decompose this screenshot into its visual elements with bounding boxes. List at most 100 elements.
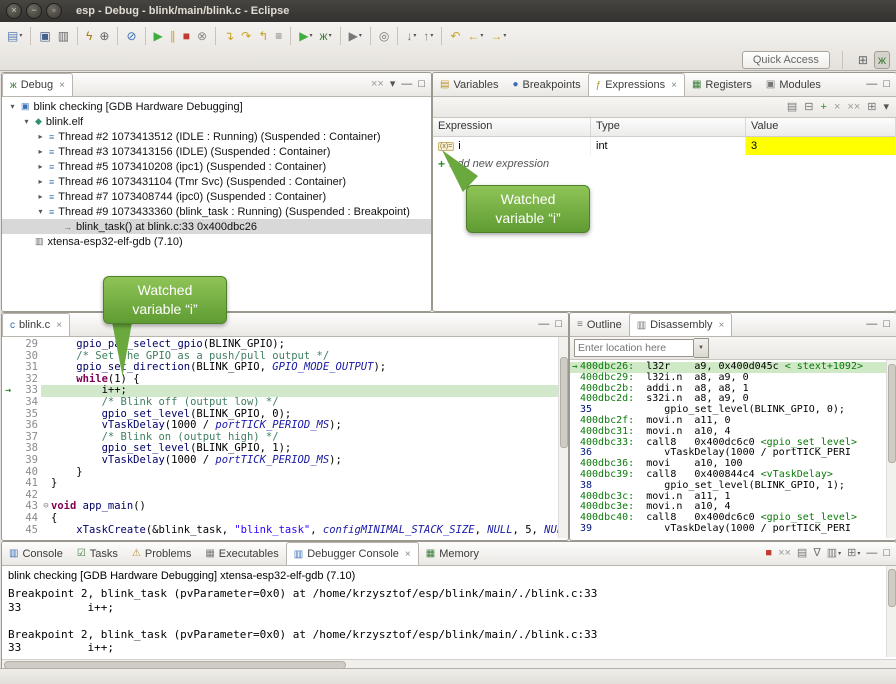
- prev-annotation-icon[interactable]: ↑▾: [420, 28, 436, 44]
- open-console-icon[interactable]: ⊞▾: [847, 548, 860, 559]
- forward-icon[interactable]: →▾: [487, 28, 509, 44]
- run-icon[interactable]: ▶▾: [296, 28, 315, 44]
- terminate-icon[interactable]: ■: [180, 28, 193, 44]
- window-minimize-button[interactable]: −: [26, 3, 42, 19]
- minimize-icon[interactable]: —: [866, 319, 877, 330]
- tab-disassembly[interactable]: ▥Disassembly×: [629, 313, 733, 336]
- tab-blink-c[interactable]: cblink.c×: [2, 313, 70, 336]
- maximize-icon[interactable]: □: [883, 79, 890, 90]
- tab-expressions[interactable]: ƒExpressions×: [588, 73, 685, 96]
- minimize-icon[interactable]: —: [401, 79, 412, 90]
- scroll-lock-icon[interactable]: ∇: [813, 548, 820, 559]
- open-perspective-icon[interactable]: ⊞: [855, 52, 871, 68]
- remove-expression-icon[interactable]: ×: [834, 102, 840, 113]
- debug-tree-item[interactable]: ▸≡Thread #7 1073408744 (ipc0) (Suspended…: [2, 189, 431, 204]
- editor-scrollbar[interactable]: [558, 337, 568, 538]
- tab-debugger-console[interactable]: ▥Debugger Console×: [286, 542, 419, 565]
- add-expression-icon[interactable]: +: [821, 102, 827, 113]
- debug-tree-item[interactable]: ▾◆blink.elf: [2, 114, 431, 129]
- minimize-icon[interactable]: —: [538, 319, 549, 330]
- debug-tree-item[interactable]: ▸≡Thread #6 1073431104 (Tmr Svc) (Suspen…: [2, 174, 431, 189]
- last-edit-location-icon[interactable]: ↶: [447, 28, 463, 44]
- skip-breakpoints-icon[interactable]: ⊘: [123, 28, 139, 44]
- debug-tree-item[interactable]: ▾≡Thread #9 1073433360 (blink_task : Run…: [2, 204, 431, 219]
- tab-problems[interactable]: ⚠Problems: [125, 542, 198, 565]
- code-line-45[interactable]: 45 xTaskCreate(&blink_task, "blink_task"…: [2, 525, 568, 537]
- instruction-stepping-icon[interactable]: ≡: [272, 28, 285, 44]
- tab-console[interactable]: ▥Console: [2, 542, 70, 565]
- new-wizard-icon[interactable]: ▤▾: [4, 28, 25, 44]
- save-icon[interactable]: ▣: [36, 28, 53, 44]
- column-header-value[interactable]: Value: [746, 118, 896, 136]
- tab-registers[interactable]: ▦Registers: [685, 73, 759, 96]
- tab-close-icon[interactable]: ×: [719, 320, 725, 331]
- external-tools-icon[interactable]: ▶▾: [346, 28, 365, 44]
- maximize-icon[interactable]: □: [418, 79, 425, 90]
- window-close-button[interactable]: ×: [6, 3, 22, 19]
- minimize-icon[interactable]: —: [866, 548, 877, 559]
- remove-all-terminated-icon[interactable]: ××: [371, 79, 384, 90]
- add-expression-row[interactable]: + Add new expression: [433, 155, 896, 173]
- disassembly-location-input[interactable]: [574, 339, 694, 357]
- disconnect-icon[interactable]: ⊗: [194, 28, 210, 44]
- tab-close-icon[interactable]: ×: [671, 80, 677, 91]
- column-header-type[interactable]: Type: [591, 118, 746, 136]
- clear-console-icon[interactable]: ▤: [797, 548, 807, 559]
- new-expressions-view-icon[interactable]: ⊞: [867, 102, 876, 113]
- editor-lines[interactable]: 29 gpio_pad_select_gpio(BLINK_GPIO);30 /…: [2, 337, 568, 540]
- remove-all-expressions-icon[interactable]: ××: [847, 102, 860, 113]
- line-number[interactable]: 39: [14, 455, 41, 467]
- remove-all-launches-icon[interactable]: ××: [778, 548, 791, 559]
- tab-tasks[interactable]: ☑Tasks: [70, 542, 125, 565]
- debug-view-menu-icon[interactable]: ▾: [390, 79, 396, 90]
- line-number[interactable]: 36: [14, 420, 41, 432]
- console-scrollbar[interactable]: [886, 566, 896, 657]
- line-number[interactable]: 45: [14, 525, 41, 537]
- code-line-41[interactable]: 41}: [2, 478, 568, 490]
- tab-breakpoints[interactable]: ●Breakpoints: [506, 73, 588, 96]
- window-maximize-button[interactable]: ▫: [46, 3, 62, 19]
- line-number[interactable]: 29: [14, 339, 41, 351]
- location-dropdown-icon[interactable]: ▼: [694, 338, 709, 358]
- debug-tree-item[interactable]: ▾▣blink checking [GDB Hardware Debugging…: [2, 99, 431, 114]
- tab-modules[interactable]: ▣Modules: [759, 73, 828, 96]
- debug-icon[interactable]: ж▾: [317, 28, 335, 44]
- code-line-39[interactable]: 39 vTaskDelay(1000 / portTICK_PERIOD_MS)…: [2, 455, 568, 467]
- collapse-all-icon[interactable]: ⊟: [804, 102, 813, 113]
- debug-tree-item[interactable]: →blink_task() at blink.c:33 0x400dbc26: [2, 219, 431, 234]
- next-annotation-icon[interactable]: ↓▾: [403, 28, 419, 44]
- debug-tree-item[interactable]: ▸≡Thread #3 1073413156 (IDLE) (Suspended…: [2, 144, 431, 159]
- tab-memory[interactable]: ▦Memory: [419, 542, 486, 565]
- step-return-icon[interactable]: ↰: [255, 28, 271, 44]
- perspective-debug-icon[interactable]: ж: [874, 51, 890, 69]
- column-header-expression[interactable]: Expression: [433, 118, 591, 136]
- display-selected-console-icon[interactable]: ▥▾: [827, 548, 841, 559]
- console-output[interactable]: Breakpoint 2, blink_task (pvParameter=0x…: [2, 583, 896, 659]
- step-over-icon[interactable]: ↷: [238, 28, 254, 44]
- tab-variables[interactable]: ▤Variables: [433, 73, 506, 96]
- debug-tree-item[interactable]: ▥xtensa-esp32-elf-gdb (7.10): [2, 234, 431, 249]
- maximize-icon[interactable]: □: [555, 319, 562, 330]
- debug-tree-item[interactable]: ▸≡Thread #2 1073413512 (IDLE : Running) …: [2, 129, 431, 144]
- expression-value[interactable]: 3: [746, 137, 896, 155]
- tab-close-icon[interactable]: ×: [405, 549, 411, 560]
- back-icon[interactable]: ←▾: [464, 28, 486, 44]
- print-icon[interactable]: ▥: [55, 28, 72, 44]
- tab-debug[interactable]: жDebug×: [2, 73, 73, 96]
- debug-tree-item[interactable]: ▸≡Thread #5 1073410208 (ipc1) (Suspended…: [2, 159, 431, 174]
- maximize-icon[interactable]: □: [883, 319, 890, 330]
- minimize-icon[interactable]: —: [866, 79, 877, 90]
- line-number[interactable]: 34: [14, 397, 41, 409]
- line-number[interactable]: 44: [14, 513, 41, 525]
- code-line-43[interactable]: 43⊖void app_main(): [2, 501, 568, 513]
- terminate-console-icon[interactable]: ■: [765, 548, 772, 559]
- tab-executables[interactable]: ▦Executables: [198, 542, 285, 565]
- flash-icon[interactable]: ϟ: [83, 28, 95, 44]
- suspend-icon[interactable]: ∥: [167, 28, 179, 44]
- tab-close-icon[interactable]: ×: [56, 320, 62, 331]
- quick-access-button[interactable]: Quick Access: [742, 51, 830, 69]
- build-icon[interactable]: ⊕: [96, 28, 112, 44]
- step-into-icon[interactable]: ↴: [221, 28, 237, 44]
- expression-row[interactable]: (x)=iint3: [433, 137, 896, 155]
- tab-close-icon[interactable]: ×: [59, 80, 65, 91]
